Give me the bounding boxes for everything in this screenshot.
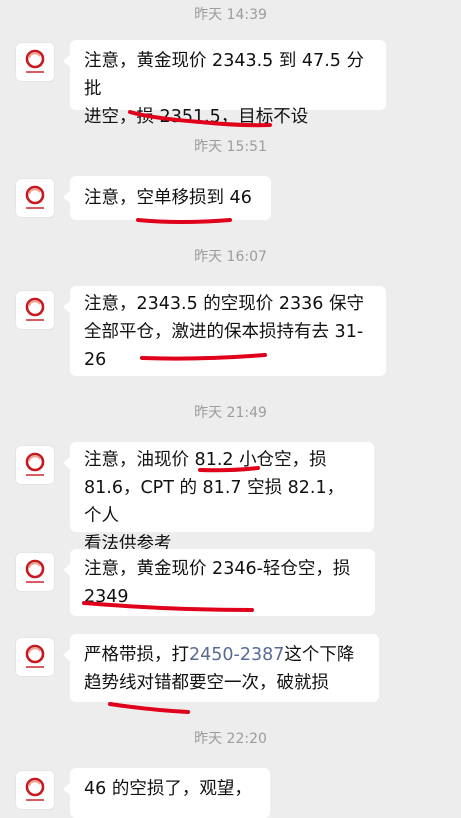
logo-icon: [25, 297, 45, 321]
message-text-prefix: 严格带损，打: [84, 645, 189, 665]
sender-avatar[interactable]: [16, 179, 54, 217]
sender-avatar[interactable]: [16, 446, 54, 484]
logo-icon: [25, 777, 45, 801]
message-timestamp: 昨天 21:49: [194, 405, 267, 421]
sender-avatar[interactable]: [16, 43, 54, 81]
logo-icon: [25, 49, 45, 73]
message-text-line: 2349: [84, 587, 129, 607]
message-text-line: 注意，油现价 81.2 小仓空，损: [84, 450, 327, 470]
message-bubble[interactable]: 注意，空单移损到 46: [63, 176, 271, 220]
number-link[interactable]: 2450-2387: [189, 645, 284, 665]
sender-avatar[interactable]: [16, 291, 54, 329]
message-text-line: 注意，黄金现价 2346-轻仓空，损: [84, 559, 351, 579]
message-text-line: 注意，2343.5 的空现价 2336 保守: [84, 294, 364, 314]
message-text-suffix: 这个下降: [284, 645, 355, 665]
message-bubble[interactable]: 注意，2343.5 的空现价 2336 保守 全部平仓，激进的保本损持有去 31…: [63, 286, 386, 376]
sender-avatar[interactable]: [16, 771, 54, 809]
message-timestamp: 昨天 22:20: [194, 731, 267, 747]
message-text-line: 26: [84, 350, 107, 370]
logo-icon: [25, 185, 45, 209]
message-bubble[interactable]: 严格带损，打2450-2387这个下降 趋势线对错都要空一次，破就损: [63, 634, 379, 702]
message-text-line: 注意，空单移损到 46: [84, 188, 252, 208]
message-timestamp: 昨天 15:51: [194, 139, 267, 155]
message-bubble[interactable]: 46 的空损了，观望，: [63, 768, 270, 818]
message-text-line: 严格带损，打2450-2387这个下降: [84, 641, 365, 669]
message-bubble[interactable]: 注意，油现价 81.2 小仓空，损 81.6，CPT 的 81.7 空损 82.…: [63, 442, 374, 554]
annotation-underline: [108, 702, 190, 714]
logo-icon: [25, 559, 45, 583]
annotation-underline: [136, 218, 232, 224]
message-text-line: 进空，损 2351.5，目标不设: [84, 107, 309, 127]
message-text-line: 趋势线对错都要空一次，破就损: [84, 673, 329, 693]
message-text-line: 46 的空损了，观望，: [84, 779, 252, 799]
message-text-line: 注意，黄金现价 2343.5 到 47.5 分批: [84, 51, 364, 99]
logo-icon: [25, 452, 45, 476]
message-timestamp: 昨天 16:07: [194, 249, 267, 265]
message-text-line: 81.6，CPT 的 81.7 空损 82.1，个人: [84, 478, 345, 526]
logo-icon: [25, 644, 45, 668]
message-bubble[interactable]: 注意，黄金现价 2343.5 到 47.5 分批 进空，损 2351.5，目标不…: [63, 40, 386, 127]
message-timestamp: 昨天 14:39: [194, 7, 267, 23]
message-text-line: 全部平仓，激进的保本损持有去 31-: [84, 322, 364, 342]
chat-history[interactable]: 昨天 14:39 注意，黄金现价 2343.5 到 47.5 分批 进空，损 2…: [0, 0, 461, 818]
message-bubble[interactable]: 注意，黄金现价 2346-轻仓空，损 2349: [63, 549, 375, 616]
sender-avatar[interactable]: [16, 638, 54, 676]
sender-avatar[interactable]: [16, 553, 54, 591]
